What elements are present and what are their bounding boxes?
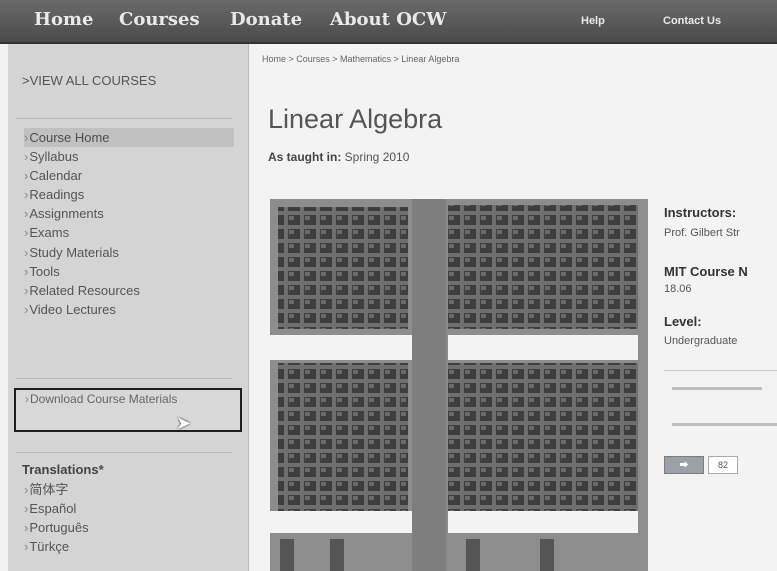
sidebar-divider xyxy=(16,118,232,119)
translation-link[interactable]: ›Türkçe xyxy=(24,537,89,556)
course-menu: ›Course Home ›Syllabus ›Calendar ›Readin… xyxy=(24,128,234,319)
level-label: Level: xyxy=(664,314,702,329)
sidebar-item-tools[interactable]: ›Tools xyxy=(24,262,234,281)
sidebar-item-label: Related Resources xyxy=(29,282,140,298)
view-all-courses-link[interactable]: >VIEW ALL COURSES xyxy=(22,73,156,88)
taught-in-value: Spring 2010 xyxy=(344,150,410,164)
share-button[interactable]: ⮕ xyxy=(664,456,704,474)
sidebar-item-study-materials[interactable]: ›Study Materials xyxy=(24,243,234,262)
top-navigation: Home Courses Donate About OCW Help Conta… xyxy=(0,0,777,44)
level-value: Undergraduate xyxy=(664,335,738,347)
sidebar-item-readings[interactable]: ›Readings xyxy=(24,185,234,204)
sidebar-item-exams[interactable]: ›Exams xyxy=(24,223,234,242)
sidebar-item-label: Video Lectures xyxy=(29,301,116,317)
course-number-label: MIT Course N xyxy=(664,264,748,279)
nav-help[interactable]: Help xyxy=(581,15,605,27)
download-label: Download Course Materials xyxy=(30,392,178,406)
share-icon: ⮕ xyxy=(679,460,689,470)
sidebar-item-label: Exams xyxy=(29,225,70,241)
taught-in: As taught in: Spring 2010 xyxy=(268,150,409,164)
download-course-materials-button[interactable]: ›Download Course Materials xyxy=(14,388,242,432)
sidebar-item-assignments[interactable]: ›Assignments xyxy=(24,204,234,223)
nav-courses[interactable]: Courses xyxy=(119,9,200,30)
sidebar-item-course-home[interactable]: ›Course Home xyxy=(24,128,234,148)
nav-donate[interactable]: Donate xyxy=(230,9,302,30)
sidebar-item-label: Syllabus xyxy=(29,149,79,165)
sidebar-item-label: Readings xyxy=(29,187,85,203)
sidebar-item-label: Study Materials xyxy=(29,244,119,260)
instructors-value[interactable]: Prof. Gilbert Str xyxy=(664,227,740,239)
translation-link[interactable]: ›Español xyxy=(24,499,89,518)
sidebar-item-label: Assignments xyxy=(29,206,104,222)
breadcrumb[interactable]: Home > Courses > Mathematics > Linear Al… xyxy=(262,54,459,64)
sidebar-divider xyxy=(16,378,232,379)
sidebar-item-label: Course Home xyxy=(29,130,110,145)
sidebar-divider xyxy=(16,452,232,453)
instructors-label: Instructors: xyxy=(664,205,737,220)
sidebar-item-calendar[interactable]: ›Calendar xyxy=(24,166,234,185)
info-divider xyxy=(664,370,777,371)
translations-list: ›简体字 ›Español ›Português ›Türkçe xyxy=(24,480,89,556)
course-photo xyxy=(270,199,648,571)
taught-in-label: As taught in: xyxy=(268,150,342,164)
nav-home[interactable]: Home xyxy=(34,9,94,30)
sidebar-item-related-resources[interactable]: ›Related Resources xyxy=(24,281,234,300)
nav-contact-us[interactable]: Contact Us xyxy=(663,15,721,27)
sidebar-item-label: Tools xyxy=(29,263,60,279)
translation-link[interactable]: ›简体字 xyxy=(24,480,89,499)
sidebar-item-syllabus[interactable]: ›Syllabus xyxy=(24,147,234,166)
course-number-value: 18.06 xyxy=(664,283,692,295)
sidebar-item-video-lectures[interactable]: ›Video Lectures xyxy=(24,300,234,319)
nav-about-ocw[interactable]: About OCW xyxy=(330,9,446,30)
sidebar-item-label: Calendar xyxy=(29,168,83,184)
social-link-placeholder[interactable] xyxy=(672,423,777,426)
translations-heading: Translations* xyxy=(22,462,104,477)
translation-link[interactable]: ›Português xyxy=(24,518,89,537)
share-count-badge: 82 xyxy=(708,456,738,474)
social-link-placeholder[interactable] xyxy=(672,387,762,390)
mouse-cursor-icon: ➤ xyxy=(176,413,192,433)
page-title: Linear Algebra xyxy=(268,104,443,134)
